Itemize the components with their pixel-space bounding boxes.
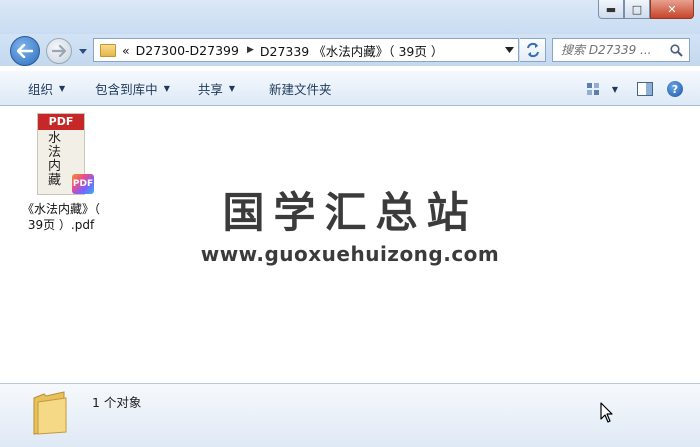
- preview-pane-icon: [637, 82, 653, 96]
- breadcrumb-segment-2[interactable]: D27339 《水法内藏》（ 39页 ）: [260, 41, 443, 60]
- chevron-down-icon: ▼: [611, 84, 619, 94]
- search-input[interactable]: [561, 43, 671, 57]
- preview-pane-button[interactable]: [630, 76, 660, 102]
- file-list-area[interactable]: PDF 水 法 内 藏 PDF 《水法内藏》（ 39页 ）.pdf 国学汇总站 …: [0, 107, 700, 383]
- minimize-button[interactable]: ▬: [598, 0, 624, 19]
- folder-icon: [100, 43, 116, 57]
- address-dropdown-icon[interactable]: [505, 47, 514, 53]
- breadcrumb-separator[interactable]: ▶: [247, 45, 254, 55]
- address-overflow[interactable]: «: [122, 43, 130, 58]
- chevron-down-icon: ▼: [228, 83, 236, 93]
- pdf-thumb-text: 水 法 内 藏: [48, 131, 62, 188]
- title-bar: ▬ □ ✕: [0, 0, 700, 34]
- chevron-down-icon: ▼: [59, 83, 66, 93]
- search-icon[interactable]: [670, 44, 683, 57]
- watermark-url: www.guoxuehuizong.com: [200, 242, 500, 266]
- file-name[interactable]: 《水法内藏》（ 39页 ）.pdf: [14, 201, 108, 233]
- search-box[interactable]: [552, 38, 690, 62]
- share-label: 共享: [197, 81, 223, 97]
- back-button[interactable]: [10, 36, 40, 66]
- pdf-app-badge-icon: PDF: [72, 174, 94, 194]
- organize-label: 组织: [28, 81, 54, 97]
- view-options-button[interactable]: [578, 76, 608, 102]
- file-item-pdf[interactable]: PDF 水 法 内 藏 PDF 《水法内藏》（ 39页 ）.pdf: [14, 113, 108, 233]
- close-button[interactable]: ✕: [650, 0, 694, 19]
- forward-button[interactable]: [46, 38, 72, 64]
- organize-menu[interactable]: 组织 ▼: [18, 75, 75, 101]
- mouse-cursor-icon: [600, 402, 613, 423]
- view-dropdown-button[interactable]: ▼: [608, 76, 622, 102]
- details-pane: 1 个对象: [0, 383, 700, 447]
- command-toolbar: 组织 ▼ 包含到库中 ▼ 共享 ▼ 新建文件夹 ▼ ?: [0, 70, 700, 106]
- pdf-thumb-band: PDF: [38, 114, 84, 130]
- recent-pages-dropdown[interactable]: [78, 46, 88, 56]
- back-arrow-icon: [17, 44, 33, 58]
- refresh-icon: [526, 42, 539, 58]
- include-library-label: 包含到库中: [95, 81, 158, 97]
- share-menu[interactable]: 共享 ▼: [188, 75, 245, 101]
- maximize-button[interactable]: □: [624, 0, 650, 19]
- breadcrumb-segment-1[interactable]: D27300-D27399: [136, 43, 239, 58]
- include-in-library-menu[interactable]: 包含到库中 ▼: [85, 75, 180, 101]
- folder-icon: [33, 391, 67, 435]
- help-icon: ?: [667, 81, 683, 97]
- refresh-button[interactable]: [520, 38, 546, 62]
- toolbar-right-group: ▼ ?: [578, 71, 700, 107]
- new-folder-button[interactable]: 新建文件夹: [259, 75, 342, 101]
- window-controls: ▬ □ ✕: [598, 0, 694, 19]
- pdf-icon: PDF 水 法 内 藏 PDF: [37, 113, 94, 195]
- address-bar[interactable]: « D27300-D27399 ▶ D27339 《水法内藏》（ 39页 ）: [93, 38, 519, 62]
- navigation-bar: « D27300-D27399 ▶ D27339 《水法内藏》（ 39页 ）: [0, 34, 700, 66]
- new-folder-label: 新建文件夹: [269, 81, 332, 97]
- help-button[interactable]: ?: [660, 76, 690, 102]
- forward-arrow-icon: [52, 45, 66, 57]
- item-count-status: 1 个对象: [92, 395, 142, 410]
- chevron-down-icon: ▼: [163, 83, 170, 93]
- view-options-icon: [587, 83, 599, 95]
